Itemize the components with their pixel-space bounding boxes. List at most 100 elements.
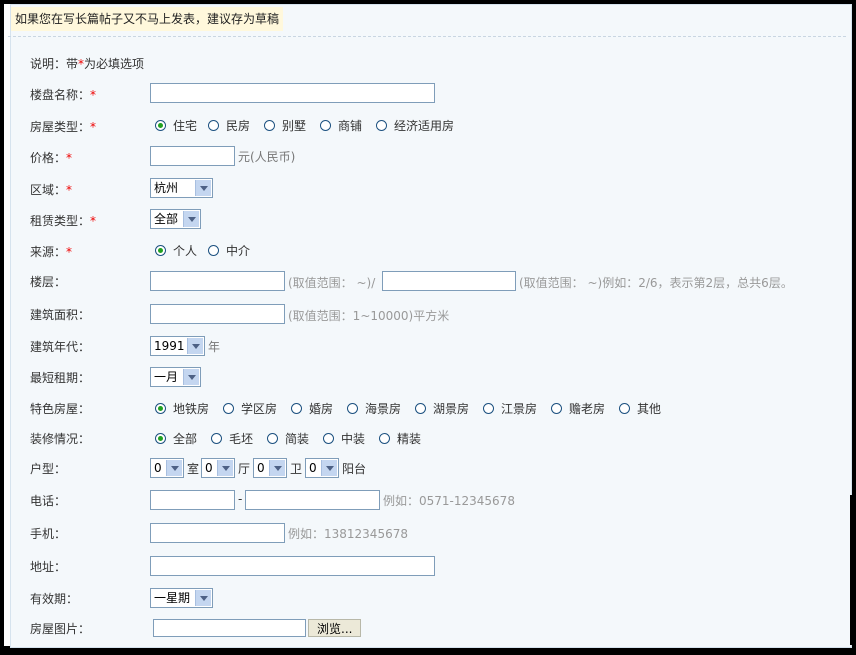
radio-label: 全部	[173, 432, 198, 446]
radio-label: 学区房	[241, 402, 278, 416]
year-select[interactable]: 1991	[150, 336, 205, 356]
radio-dot	[291, 403, 302, 414]
label-name: 楼盘名称：*	[30, 86, 96, 103]
label-text: 租赁类型：	[30, 214, 91, 228]
label-text: 来源：	[30, 245, 67, 259]
radio-label: 中装	[341, 432, 366, 446]
radio-feature-1[interactable]: 学区房	[223, 400, 277, 417]
radio-decor-1[interactable]: 毛坯	[211, 430, 253, 447]
radio-decor-0[interactable]: 全部	[155, 430, 197, 447]
phone-number-input[interactable]	[245, 490, 380, 510]
radio-label: 中介	[226, 244, 251, 258]
radio-decor-4[interactable]: 精装	[379, 430, 421, 447]
radio-dot	[483, 403, 494, 414]
radio-label: 海景房	[365, 402, 402, 416]
radio-label: 商铺	[338, 119, 363, 133]
browse-button[interactable]: 浏览...	[308, 619, 362, 637]
radio-house-type-3[interactable]: 商铺	[320, 117, 362, 134]
radio-label: 江景房	[501, 402, 538, 416]
halls-select[interactable]: 0	[201, 458, 235, 478]
address-input[interactable]	[150, 556, 435, 576]
area-input[interactable]	[150, 304, 285, 324]
baths-unit: 卫	[290, 462, 303, 476]
required-star: *	[90, 88, 97, 102]
floor-example: (取值范围： ~)例如：2/6，表示第2层，总共6层。	[519, 276, 793, 290]
radio-label: 民房	[226, 119, 251, 133]
floor-hint: (取值范围： ~)/	[288, 276, 376, 290]
radio-source-1[interactable]: 中介	[208, 242, 250, 259]
label-text: 价格：	[30, 151, 67, 165]
required-star: *	[66, 183, 73, 197]
radio-feature-6[interactable]: 赡老房	[551, 400, 605, 417]
chevron-down-icon[interactable]	[195, 180, 211, 196]
radio-dot	[155, 433, 166, 444]
radio-label: 别墅	[282, 119, 307, 133]
phone-area-input[interactable]	[150, 490, 235, 510]
chevron-down-icon[interactable]	[183, 369, 199, 385]
note-prefix: 说明：带	[30, 57, 79, 71]
note-suffix: 为必填选项	[84, 57, 145, 71]
total-floor-input[interactable]	[382, 271, 516, 291]
radio-feature-3[interactable]: 海景房	[347, 400, 401, 417]
select-value: 0	[309, 461, 317, 475]
radio-dot	[155, 403, 166, 414]
radio-feature-7[interactable]: 其他	[619, 400, 661, 417]
radio-feature-0[interactable]: 地铁房	[155, 400, 209, 417]
photo-file-input[interactable]	[153, 619, 306, 637]
chevron-down-icon[interactable]	[187, 338, 203, 354]
radio-dot	[211, 433, 222, 444]
required-star: *	[90, 214, 97, 228]
valid-select[interactable]: 一星期	[150, 588, 213, 608]
chevron-down-icon[interactable]	[217, 460, 233, 476]
radio-house-type-0[interactable]: 住宅	[155, 117, 197, 134]
balcony-select[interactable]: 0	[305, 458, 339, 478]
radio-label: 赡老房	[569, 402, 606, 416]
year-unit: 年	[208, 340, 221, 354]
radio-feature-4[interactable]: 湖景房	[415, 400, 469, 417]
radio-dot	[551, 403, 562, 414]
label-mobile: 手机：	[30, 527, 67, 541]
chevron-down-icon[interactable]	[195, 590, 211, 606]
chevron-down-icon[interactable]	[166, 460, 182, 476]
rooms-select[interactable]: 0	[150, 458, 184, 478]
floor-input[interactable]	[150, 271, 285, 291]
label-photo: 房屋图片：	[30, 622, 91, 636]
radio-decor-3[interactable]: 中装	[323, 430, 365, 447]
rent-type-select[interactable]: 全部	[150, 209, 201, 229]
min-rent-select[interactable]: 一月	[150, 367, 201, 387]
radio-feature-2[interactable]: 婚房	[291, 400, 333, 417]
radio-feature-5[interactable]: 江景房	[483, 400, 537, 417]
radio-dot	[347, 403, 358, 414]
radio-source-0[interactable]: 个人	[155, 242, 197, 259]
radio-dot	[320, 120, 331, 131]
radio-label: 个人	[173, 244, 198, 258]
region-select[interactable]: 杭州	[150, 178, 213, 198]
label-text: 楼盘名称：	[30, 88, 91, 102]
mobile-input[interactable]	[150, 523, 285, 543]
chevron-down-icon[interactable]	[321, 460, 337, 476]
label-text: 区域：	[30, 183, 67, 197]
chevron-down-icon[interactable]	[269, 460, 285, 476]
radio-label: 婚房	[309, 402, 334, 416]
price-input[interactable]	[150, 146, 235, 166]
phone-separator: -	[238, 492, 243, 506]
chevron-down-icon[interactable]	[183, 211, 199, 227]
radio-dot	[379, 433, 390, 444]
phone-hint: 例如：0571-12345678	[383, 494, 515, 508]
radio-house-type-1[interactable]: 民房	[208, 117, 250, 134]
label-source: 来源：*	[30, 243, 72, 260]
name-input[interactable]	[150, 83, 435, 103]
label-valid: 有效期：	[30, 592, 79, 606]
radio-house-type-2[interactable]: 别墅	[264, 117, 306, 134]
baths-select[interactable]: 0	[253, 458, 287, 478]
radio-dot	[155, 245, 166, 256]
label-address: 地址：	[30, 560, 67, 574]
radio-dot	[208, 245, 219, 256]
radio-decor-2[interactable]: 简装	[267, 430, 309, 447]
radio-house-type-4[interactable]: 经济适用房	[376, 117, 454, 134]
radio-label: 湖景房	[433, 402, 470, 416]
divider	[8, 36, 846, 37]
radio-dot	[208, 120, 219, 131]
radio-label: 住宅	[173, 119, 198, 133]
label-area: 建筑面积：	[30, 308, 91, 322]
